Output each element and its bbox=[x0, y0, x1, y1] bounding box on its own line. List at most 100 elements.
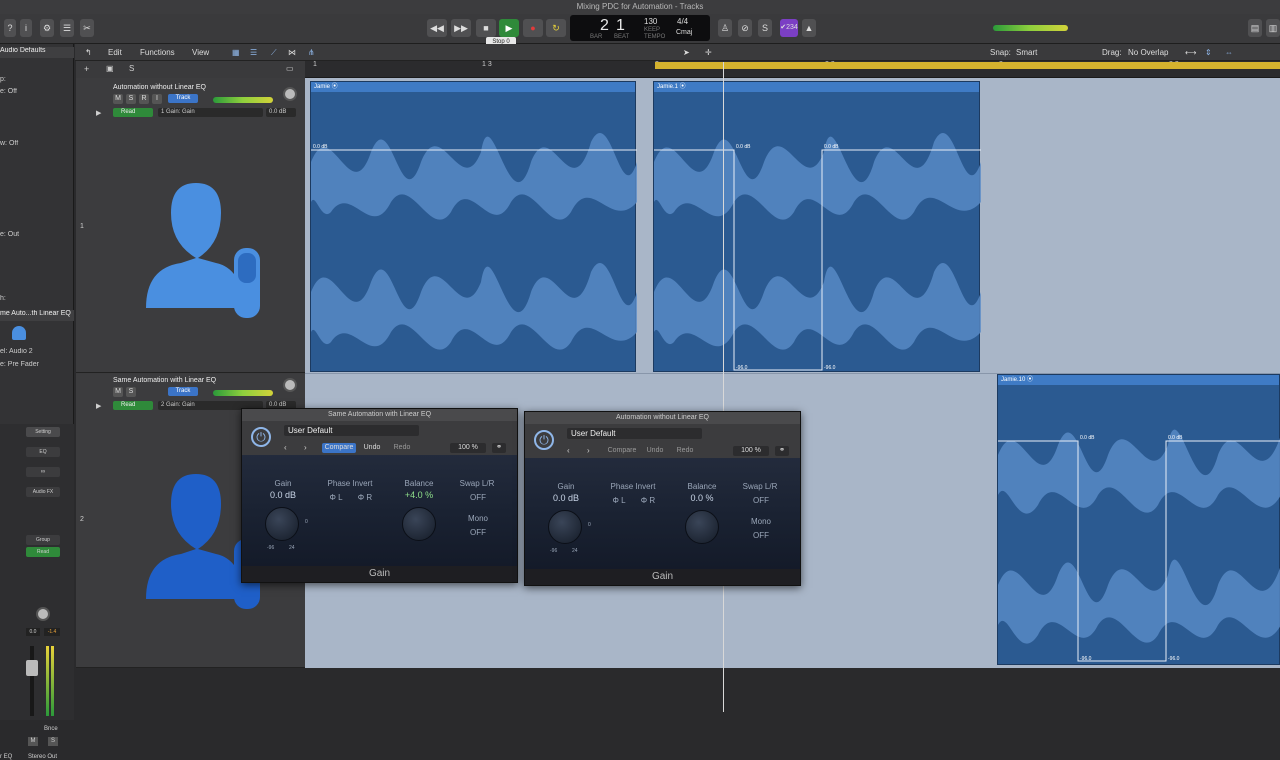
undo-button[interactable]: Undo bbox=[360, 443, 384, 453]
group-button[interactable]: Group bbox=[26, 535, 60, 545]
pan-knob[interactable] bbox=[283, 87, 297, 101]
pan-knob[interactable] bbox=[283, 378, 297, 392]
track-button[interactable]: Track bbox=[168, 387, 198, 396]
link-icon[interactable]: ∞ bbox=[26, 467, 60, 477]
automation-value[interactable]: 0.0 dB bbox=[266, 108, 296, 117]
audio-region[interactable]: Jamie.10 ⦿ 0.0 dB 0.0 dB -96.0 -96.0 bbox=[997, 374, 1280, 665]
read-button[interactable]: Read bbox=[26, 547, 60, 557]
zoom-select[interactable]: 100 % bbox=[733, 446, 769, 456]
waveform-zoom-icon[interactable]: ⟷ bbox=[1185, 48, 1196, 57]
mute-button[interactable]: M bbox=[28, 737, 38, 746]
inspector-row[interactable]: e: Out bbox=[0, 231, 74, 242]
mono-toggle[interactable]: OFF bbox=[747, 531, 775, 540]
link-icon[interactable]: ⚭ bbox=[775, 446, 789, 456]
plugin-title[interactable]: Automation without Linear EQ bbox=[525, 412, 800, 424]
catch-icon[interactable]: ⋔ bbox=[308, 48, 315, 57]
solo-all-button[interactable]: S bbox=[129, 64, 134, 73]
mode-icon[interactable]: ♙ bbox=[718, 19, 732, 37]
gain-knob[interactable] bbox=[548, 510, 582, 544]
solo-button[interactable]: S bbox=[126, 387, 136, 397]
phase-left-toggle[interactable]: Φ L bbox=[328, 493, 344, 502]
volume-fader-handle[interactable] bbox=[26, 660, 38, 676]
balance-knob[interactable] bbox=[685, 510, 719, 544]
automation-mode-select[interactable]: Read bbox=[113, 401, 153, 410]
mute-button[interactable]: M bbox=[113, 94, 123, 104]
redo-button[interactable]: Redo bbox=[390, 443, 414, 453]
record-button[interactable]: ● bbox=[523, 19, 543, 37]
automation-mode-select[interactable]: Read bbox=[113, 108, 153, 117]
add-track-icon[interactable]: + bbox=[84, 64, 89, 74]
track-name[interactable]: Same Automation with Linear EQ bbox=[113, 377, 216, 384]
inspector-row[interactable]: h: bbox=[0, 295, 74, 306]
track-volume-slider[interactable] bbox=[213, 390, 273, 396]
catch-playhead-icon[interactable]: ▭ bbox=[286, 64, 294, 73]
phase-left-toggle[interactable]: Φ L bbox=[611, 496, 627, 505]
counter-badge[interactable]: ✔234 bbox=[780, 19, 798, 37]
automation-icon[interactable]: ⟋ bbox=[271, 48, 277, 58]
inspector-region-header[interactable]: Audio Defaults bbox=[0, 47, 74, 58]
view-menu[interactable]: View bbox=[192, 48, 209, 57]
inspector-channel[interactable]: el: Audio 2 bbox=[0, 348, 74, 359]
inspector-row[interactable]: w: Off bbox=[0, 140, 74, 151]
inspector-row[interactable]: p: bbox=[0, 76, 74, 87]
disclosure-icon[interactable]: ▶ bbox=[96, 402, 101, 410]
forward-button[interactable]: ▶▶ bbox=[451, 19, 471, 37]
pan-knob[interactable] bbox=[36, 607, 50, 621]
audio-region[interactable]: Jamie ⦿ 0.0 dB bbox=[310, 81, 637, 372]
stop-button[interactable]: ■ bbox=[476, 19, 496, 37]
zoom-select[interactable]: 100 % bbox=[450, 443, 486, 453]
drag-select[interactable]: No Overlap bbox=[1128, 48, 1168, 57]
swap-toggle[interactable]: OFF bbox=[747, 496, 775, 505]
list-icon[interactable]: ☰ bbox=[250, 48, 257, 57]
previous-preset-icon[interactable]: ‹ bbox=[284, 443, 287, 452]
rewind-button[interactable]: ◀◀ bbox=[427, 19, 447, 37]
phase-right-toggle[interactable]: Φ R bbox=[640, 496, 656, 505]
automation-parameter-select[interactable]: 1 Gain: Gain bbox=[158, 108, 263, 117]
snap-select[interactable]: Smart bbox=[1016, 48, 1037, 57]
vertical-zoom-icon[interactable]: ⇕ bbox=[1205, 48, 1212, 57]
solo-button[interactable]: S bbox=[48, 737, 58, 746]
horizontal-zoom-icon[interactable]: ⇔ bbox=[1225, 48, 1233, 57]
solo-button[interactable]: S bbox=[126, 94, 136, 104]
scissors-icon[interactable]: ✂ bbox=[80, 19, 94, 37]
disclosure-icon[interactable]: ▶ bbox=[96, 109, 101, 117]
lcd-display[interactable]: 2 1 BAR BEAT 130 KEEP TEMPO 4/4 Cmaj bbox=[570, 15, 710, 41]
global-tracks-icon[interactable]: ▣ bbox=[106, 64, 114, 73]
previous-preset-icon[interactable]: ‹ bbox=[567, 446, 570, 455]
edit-menu[interactable]: Edit bbox=[108, 48, 122, 57]
inspector-row[interactable]: e: Off bbox=[0, 88, 74, 99]
crosshair-tool-icon[interactable]: ✛ bbox=[705, 48, 712, 57]
track-name[interactable]: Automation without Linear EQ bbox=[113, 84, 206, 91]
tuner-icon[interactable]: ⊘ bbox=[738, 19, 752, 37]
power-icon[interactable]: ⏻ bbox=[251, 427, 271, 447]
metronome-icon[interactable]: ▲ bbox=[802, 19, 816, 37]
solo-icon[interactable]: S bbox=[758, 19, 772, 37]
audio-fx-button[interactable]: Audio FX bbox=[26, 487, 60, 497]
mono-toggle[interactable]: OFF bbox=[464, 528, 492, 537]
library-icon[interactable]: ? bbox=[4, 19, 16, 37]
back-icon[interactable]: ↰ bbox=[85, 48, 92, 57]
gain-knob[interactable] bbox=[265, 507, 299, 541]
record-enable-button[interactable]: R bbox=[139, 94, 149, 104]
cycle-region[interactable] bbox=[655, 62, 1280, 69]
track-header-1[interactable]: Automation without Linear EQ M S R I Tra… bbox=[76, 78, 305, 373]
compare-button[interactable]: Compare bbox=[605, 446, 639, 456]
gain-plugin-window[interactable]: Same Automation with Linear EQ ⏻ User De… bbox=[241, 408, 518, 583]
inspector-fader-mode[interactable]: e: Pre Fader bbox=[0, 361, 74, 372]
undo-button[interactable]: Undo bbox=[643, 446, 667, 456]
track-icon[interactable] bbox=[12, 326, 26, 340]
swap-toggle[interactable]: OFF bbox=[464, 493, 492, 502]
plugin-title[interactable]: Same Automation with Linear EQ bbox=[242, 409, 517, 421]
gain-value[interactable]: 0.0 dB bbox=[545, 493, 587, 503]
functions-menu[interactable]: Functions bbox=[140, 48, 175, 57]
next-preset-icon[interactable]: › bbox=[304, 443, 307, 452]
setting-button[interactable]: Setting bbox=[26, 427, 60, 437]
loops-icon[interactable]: ▥ bbox=[1266, 19, 1280, 37]
preset-select[interactable]: User Default bbox=[567, 428, 702, 439]
play-button[interactable]: ▶ bbox=[499, 19, 519, 37]
track-volume-slider[interactable] bbox=[213, 97, 273, 103]
mixer-icon[interactable]: ☰ bbox=[60, 19, 74, 37]
input-monitor-button[interactable]: I bbox=[152, 94, 162, 104]
power-icon[interactable]: ⏻ bbox=[534, 430, 554, 450]
gain-value[interactable]: 0.0 dB bbox=[262, 490, 304, 500]
